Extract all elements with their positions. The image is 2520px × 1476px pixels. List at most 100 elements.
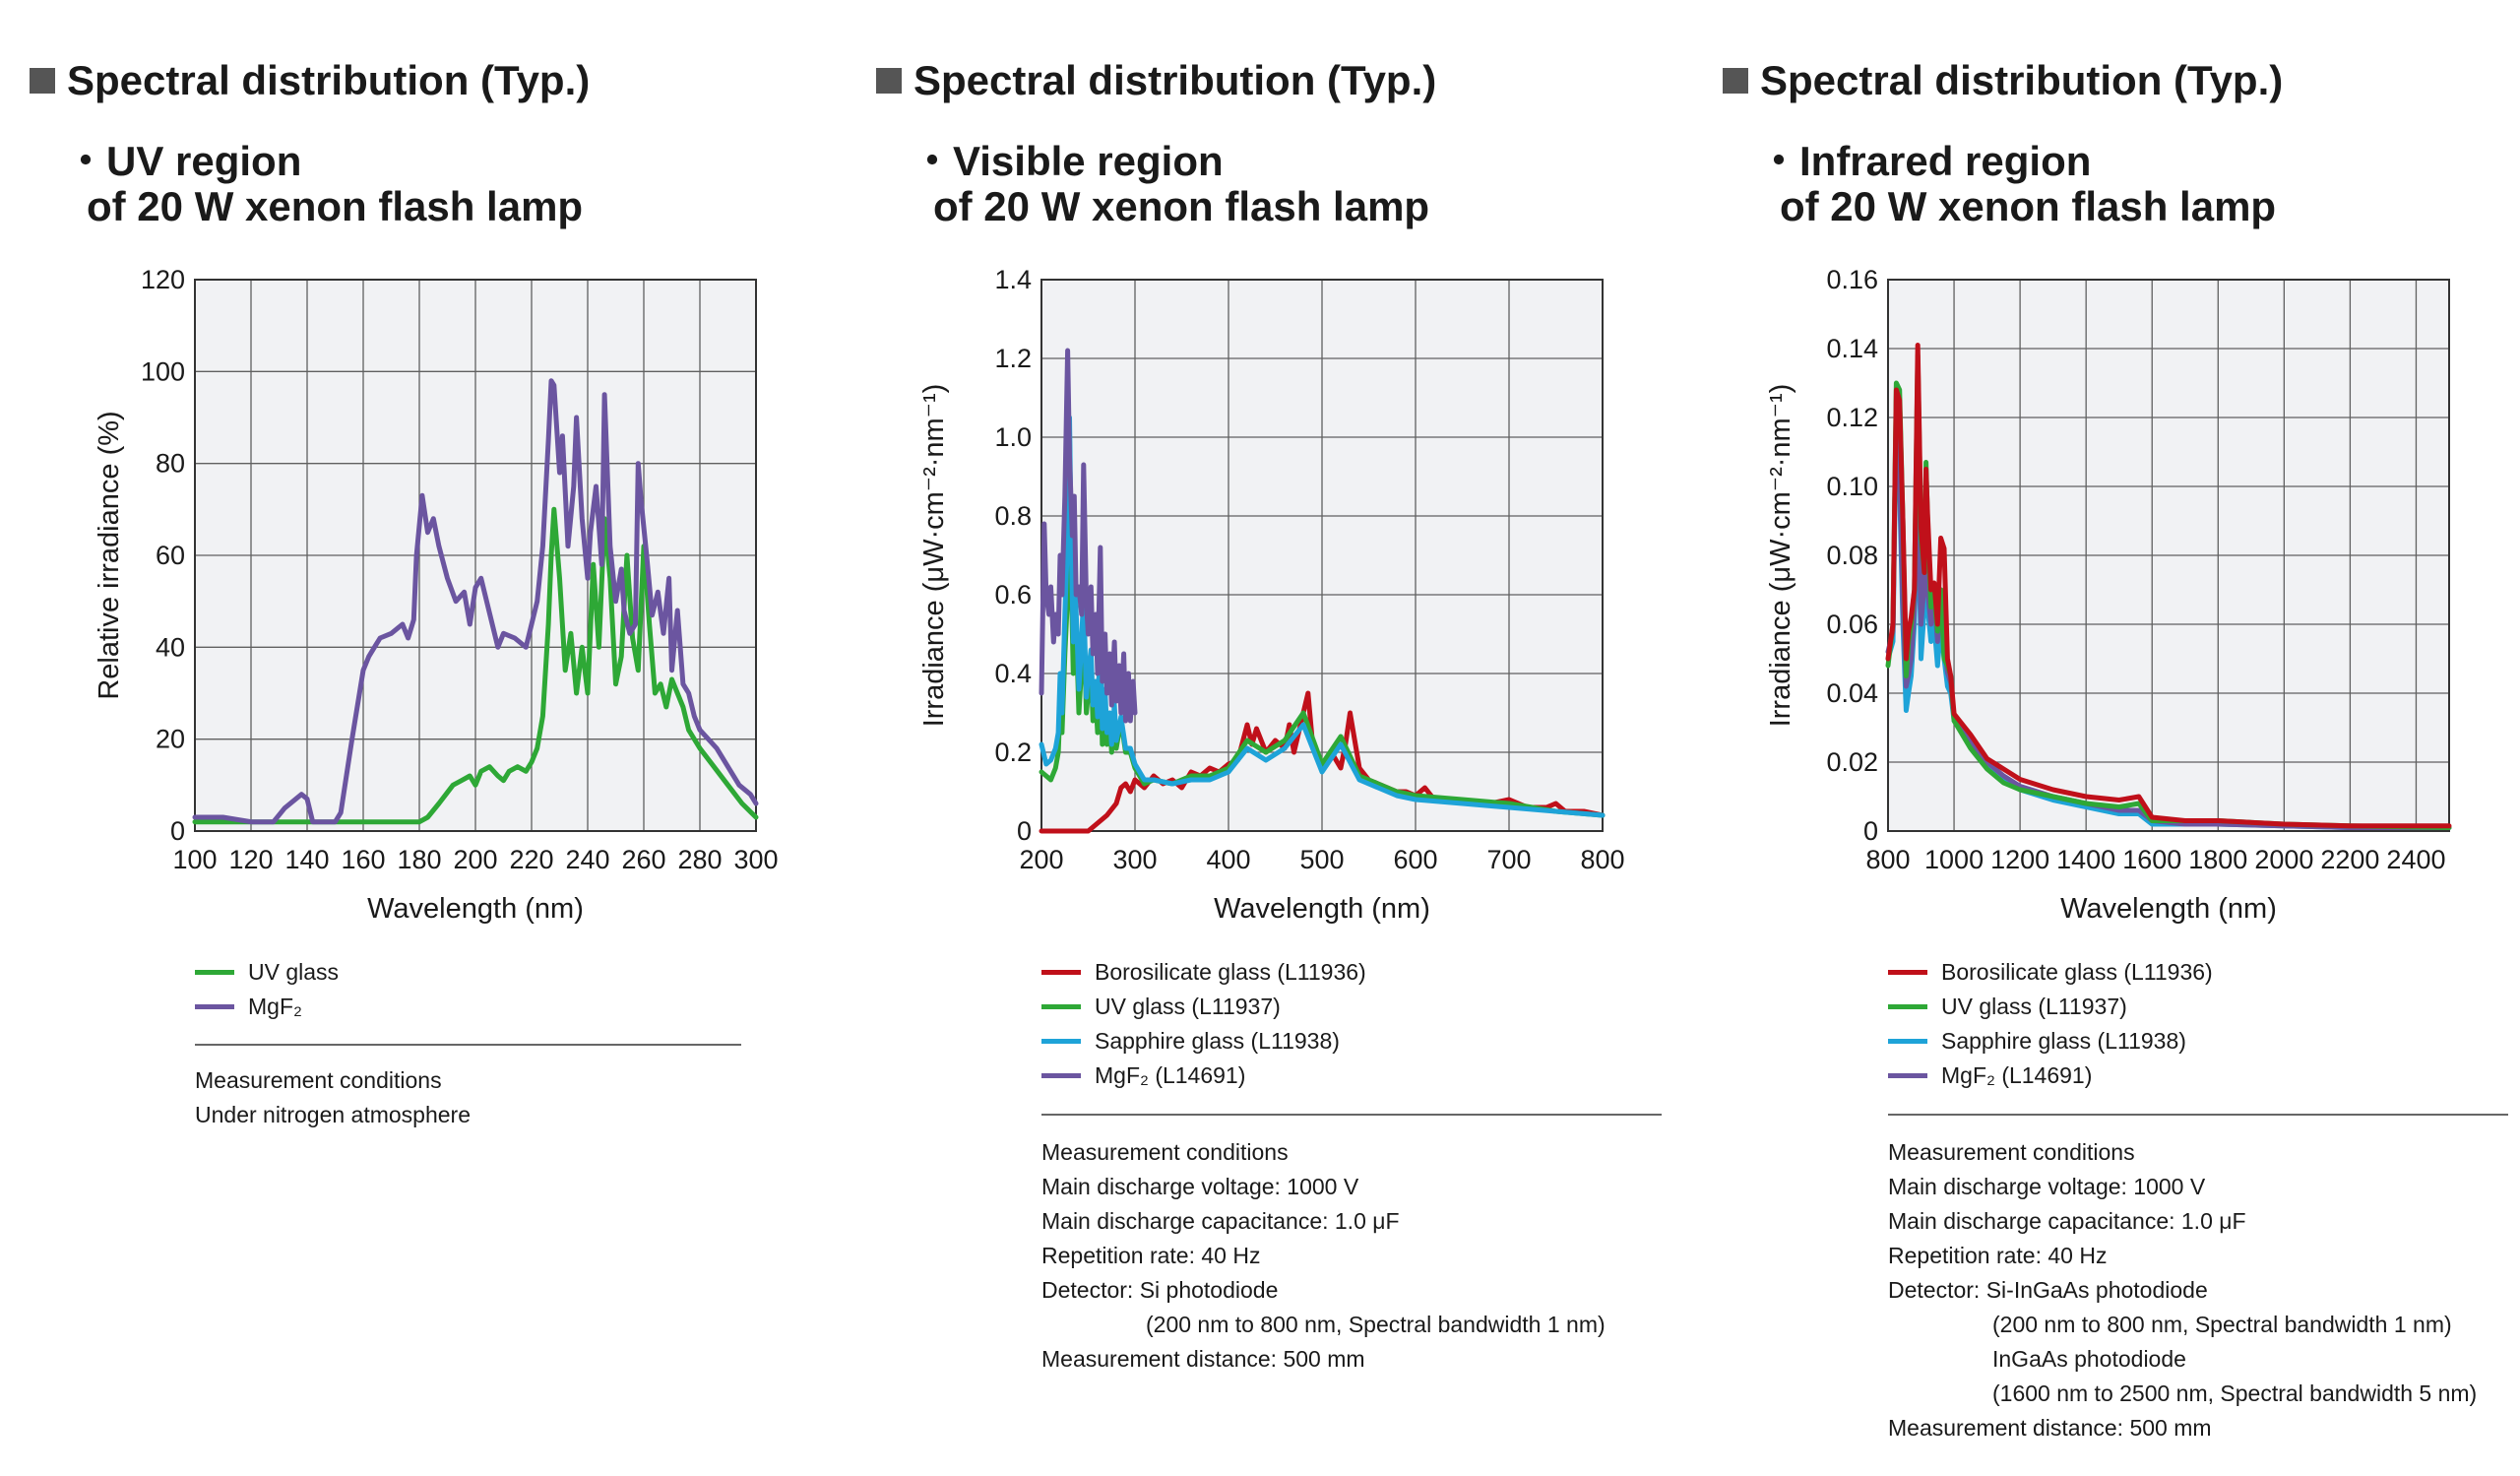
x-tick-label: 2400 — [2386, 845, 2445, 874]
y-tick-label: 0 — [1017, 816, 1032, 846]
bullet-square-icon — [1723, 68, 1748, 94]
x-tick-label: 300 — [733, 845, 778, 874]
x-tick-label: 280 — [677, 845, 722, 874]
legend-swatch — [1888, 1073, 1927, 1078]
y-tick-label: 0.04 — [1826, 678, 1878, 708]
y-tick-label: 0.2 — [994, 738, 1032, 767]
legend-label: UV glass (L11937) — [1941, 994, 2127, 1019]
x-tick-label: 200 — [1019, 845, 1063, 874]
y-tick-label: 0.14 — [1826, 334, 1878, 363]
legend-swatch — [1888, 970, 1927, 975]
chart-legend: Borosilicate glass (L11936) UV glass (L11… — [1888, 955, 2213, 1093]
heading-text: Spectral distribution (Typ.) — [67, 57, 591, 103]
bullet-square-icon — [876, 68, 902, 94]
x-axis-label: Wavelength (nm) — [1214, 893, 1430, 925]
divider-line — [1041, 1114, 1662, 1116]
y-tick-label: 0.4 — [994, 659, 1032, 688]
x-tick-label: 800 — [1580, 845, 1624, 874]
region-line: ・UV region — [65, 138, 302, 184]
condition-line: Detector: Si photodiode — [1041, 1277, 1279, 1303]
legend-label: Borosilicate glass (L11936) — [1095, 959, 1366, 985]
y-tick-label: 80 — [156, 449, 185, 479]
bullet-square-icon — [30, 68, 55, 94]
condition-line: Measurement conditions — [195, 1067, 442, 1093]
x-tick-label: 180 — [397, 845, 441, 874]
legend-item: UV glass (L11937) — [1041, 990, 1366, 1024]
legend-item: Borosilicate glass (L11936) — [1888, 955, 2213, 990]
panel-heading: Spectral distribution (Typ.) — [1723, 57, 2283, 104]
y-tick-label: 0.06 — [1826, 610, 1878, 639]
legend-label: Sapphire glass (L11938) — [1095, 1028, 1340, 1054]
y-tick-label: 0.6 — [994, 580, 1032, 610]
y-tick-label: 0 — [1863, 816, 1878, 846]
uv-panel: Spectral distribution (Typ.) ・UV region … — [30, 0, 876, 1476]
x-tick-label: 120 — [228, 845, 273, 874]
y-tick-label: 20 — [156, 725, 185, 754]
y-axis-label: Irradiance (μW·cm⁻²·nm⁻¹) — [1765, 384, 1796, 728]
condition-line: Main discharge voltage: 1000 V — [1041, 1174, 1359, 1199]
x-tick-label: 260 — [621, 845, 665, 874]
measurement-conditions: Measurement conditions Main discharge vol… — [1041, 1135, 1606, 1377]
infrared-spectrum-chart: 800 1000 1200 1400 1600 1800 2000 2200 2400 0 0.02… — [1765, 265, 2452, 925]
condition-line: Under nitrogen atmosphere — [195, 1102, 471, 1127]
legend-item: UV glass (L11937) — [1888, 990, 2213, 1024]
visible-spectrum-chart: 200 300 400 500 600 700 800 0 0.2 0.4 0.6 0.8 1.0 1.2… — [918, 265, 1625, 925]
condition-line: (1600 nm to 2500 nm, Spectral bandwidth … — [1992, 1380, 2478, 1406]
legend-label: MgF₂ (L14691) — [1941, 1062, 2093, 1088]
condition-line: Measurement conditions — [1888, 1139, 2135, 1165]
x-tick-label: 1000 — [1924, 845, 1984, 874]
y-tick-label: 1.4 — [994, 265, 1032, 294]
condition-line: Measurement conditions — [1041, 1139, 1289, 1165]
lamp-line: of 20 W xenon flash lamp — [87, 183, 584, 229]
legend-swatch — [1041, 1039, 1081, 1044]
y-tick-label: 1.0 — [994, 422, 1032, 452]
legend-swatch — [1888, 1039, 1927, 1044]
region-line: ・Infrared region — [1758, 138, 2092, 184]
x-tick-label: 400 — [1206, 845, 1250, 874]
heading-text: Spectral distribution (Typ.) — [1760, 57, 2284, 103]
y-tick-label: 0.12 — [1826, 403, 1878, 432]
x-tick-label: 1800 — [2188, 845, 2247, 874]
panel-heading: Spectral distribution (Typ.) — [30, 57, 590, 104]
x-tick-label: 140 — [284, 845, 329, 874]
y-tick-label: 0.08 — [1826, 541, 1878, 570]
x-tick-label: 1600 — [2122, 845, 2181, 874]
y-tick-label: 1.2 — [994, 344, 1032, 373]
legend-label: Sapphire glass (L11938) — [1941, 1028, 2186, 1054]
y-tick-label: 0 — [170, 816, 185, 846]
lamp-line: of 20 W xenon flash lamp — [933, 183, 1430, 229]
chart-legend: UV glass MgF₂ — [195, 955, 339, 1024]
condition-line: Main discharge capacitance: 1.0 μF — [1041, 1208, 1400, 1234]
y-tick-label: 60 — [156, 541, 185, 570]
x-tick-label: 700 — [1486, 845, 1531, 874]
condition-line: Measurement distance: 500 mm — [1041, 1346, 1365, 1372]
x-tick-label: 100 — [172, 845, 217, 874]
heading-text: Spectral distribution (Typ.) — [914, 57, 1437, 103]
x-tick-label: 200 — [453, 845, 497, 874]
condition-line: (200 nm to 800 nm, Spectral bandwidth 1 … — [1146, 1312, 1606, 1337]
y-axis-label: Irradiance (μW·cm⁻²·nm⁻¹) — [918, 384, 950, 728]
legend-label: UV glass (L11937) — [1095, 994, 1281, 1019]
legend-item: MgF₂ (L14691) — [1041, 1059, 1366, 1093]
x-tick-label: 240 — [565, 845, 609, 874]
chart-legend: Borosilicate glass (L11936) UV glass (L11… — [1041, 955, 1366, 1093]
legend-item: Sapphire glass (L11938) — [1041, 1024, 1366, 1059]
legend-item: MgF₂ — [195, 990, 339, 1024]
legend-swatch — [1041, 1073, 1081, 1078]
lamp-line: of 20 W xenon flash lamp — [1780, 183, 2277, 229]
condition-line: InGaAs photodiode — [1992, 1346, 2186, 1372]
legend-label: MgF₂ (L14691) — [1095, 1062, 1246, 1088]
x-tick-label: 1400 — [2056, 845, 2115, 874]
x-tick-label: 2000 — [2254, 845, 2313, 874]
region-line: ・Visible region — [912, 138, 1224, 184]
condition-line: Measurement distance: 500 mm — [1888, 1415, 2212, 1441]
y-tick-label: 0.10 — [1826, 472, 1878, 501]
legend-swatch — [1041, 970, 1081, 975]
x-axis-label: Wavelength (nm) — [2060, 893, 2277, 925]
x-tick-label: 300 — [1112, 845, 1157, 874]
legend-swatch — [1888, 1004, 1927, 1009]
legend-label: UV glass — [248, 959, 340, 985]
legend-swatch — [1041, 1004, 1081, 1009]
x-tick-label: 2200 — [2320, 845, 2379, 874]
condition-line: Repetition rate: 40 Hz — [1041, 1243, 1261, 1268]
